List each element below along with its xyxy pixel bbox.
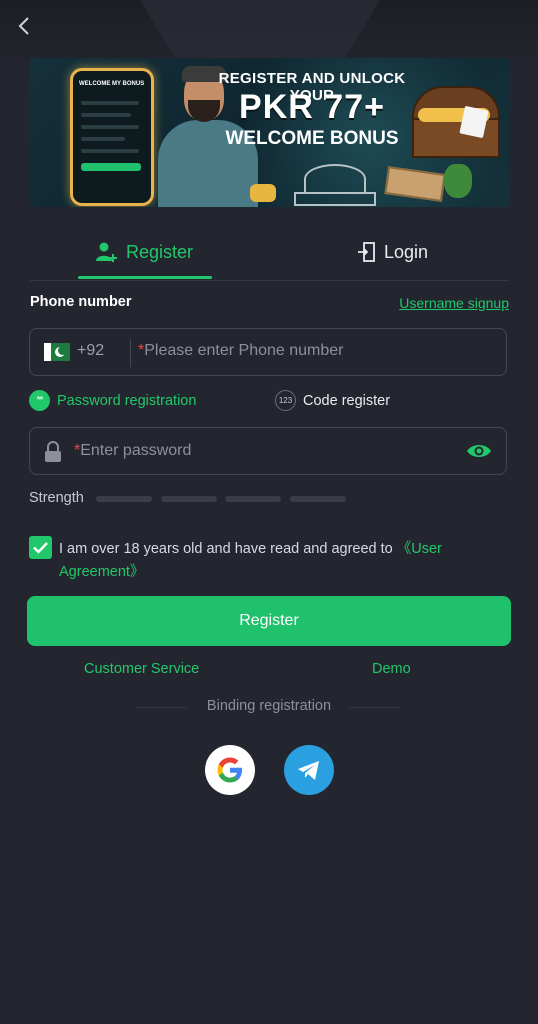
banner-phone-line xyxy=(81,113,131,117)
tab-register-label: Register xyxy=(126,241,194,262)
customer-service-link[interactable]: Customer Service xyxy=(84,661,199,677)
username-signup-link[interactable]: Username signup xyxy=(399,295,509,311)
banner-line-3: WELCOME BONUS xyxy=(225,128,399,149)
agreement-checkbox[interactable] xyxy=(29,536,52,559)
country-code[interactable]: +92 xyxy=(77,342,104,360)
banner-phone-line xyxy=(81,101,139,105)
password-registration-label: Password registration xyxy=(57,392,197,409)
banner-phone-line xyxy=(81,149,139,153)
auth-tabs: Register Login xyxy=(30,224,509,281)
binding-divider-right xyxy=(350,707,400,708)
telegram-login-button[interactable] xyxy=(284,745,334,795)
tab-login-label: Login xyxy=(384,241,429,262)
active-tab-indicator xyxy=(78,276,212,279)
password-placeholder: *Enter password xyxy=(74,442,191,460)
code-mode-icon: 123 xyxy=(275,390,296,411)
pakistan-flag-icon[interactable] xyxy=(44,343,70,361)
demo-link[interactable]: Demo xyxy=(372,661,411,677)
check-icon xyxy=(33,542,48,554)
field-divider xyxy=(130,339,131,367)
tab-login[interactable]: Login xyxy=(358,224,428,280)
banner-phone-line xyxy=(81,137,125,141)
agreement-text: I am over 18 years old and have read and… xyxy=(59,538,489,584)
google-login-button[interactable] xyxy=(205,745,255,795)
password-field[interactable]: *Enter password xyxy=(29,427,507,475)
back-button[interactable] xyxy=(10,12,38,40)
code-register-option[interactable]: 123 Code register xyxy=(275,390,390,411)
lock-icon xyxy=(45,441,61,462)
banner-line-2: PKR 77+ xyxy=(239,88,385,126)
chevron-left-icon xyxy=(18,17,29,35)
banner-coins-illustration xyxy=(250,184,276,202)
eye-icon[interactable] xyxy=(466,441,492,461)
promo-banner[interactable]: WELCOME MY BONUS REGISTER AND UNLOCK YOU… xyxy=(30,58,509,207)
strength-bar xyxy=(225,496,281,502)
banner-mosque-illustration xyxy=(288,154,378,206)
money-bag-illustration xyxy=(444,164,472,198)
banner-phone-illustration: WELCOME MY BONUS xyxy=(70,68,154,206)
binding-registration-label: Binding registration xyxy=(206,698,332,714)
strength-bar xyxy=(290,496,346,502)
telegram-icon xyxy=(298,761,319,780)
password-mode-icon: ** xyxy=(29,390,50,411)
registration-modes: ** Password registration 123 Code regist… xyxy=(29,390,509,414)
register-button[interactable]: Register xyxy=(27,596,511,646)
banner-phone-button xyxy=(81,163,141,171)
phone-number-field[interactable]: +92 *Please enter Phone number xyxy=(29,328,507,376)
password-registration-option[interactable]: ** Password registration xyxy=(29,390,196,411)
code-register-label: Code register xyxy=(303,392,391,409)
tab-register[interactable]: Register xyxy=(96,224,193,280)
banner-phone-title: WELCOME MY BONUS xyxy=(79,81,145,87)
banner-phone-line xyxy=(81,125,139,129)
strength-bar xyxy=(161,496,217,502)
google-icon xyxy=(217,757,242,783)
phone-input[interactable] xyxy=(138,329,506,375)
password-placeholder-text: Enter password xyxy=(80,442,192,459)
strength-label: Strength xyxy=(29,490,84,506)
phone-number-label: Phone number xyxy=(30,294,132,310)
user-add-icon xyxy=(96,242,117,262)
strength-bar xyxy=(96,496,152,502)
agreement-statement: I am over 18 years old and have read and… xyxy=(59,541,397,557)
door-enter-icon xyxy=(358,242,375,262)
